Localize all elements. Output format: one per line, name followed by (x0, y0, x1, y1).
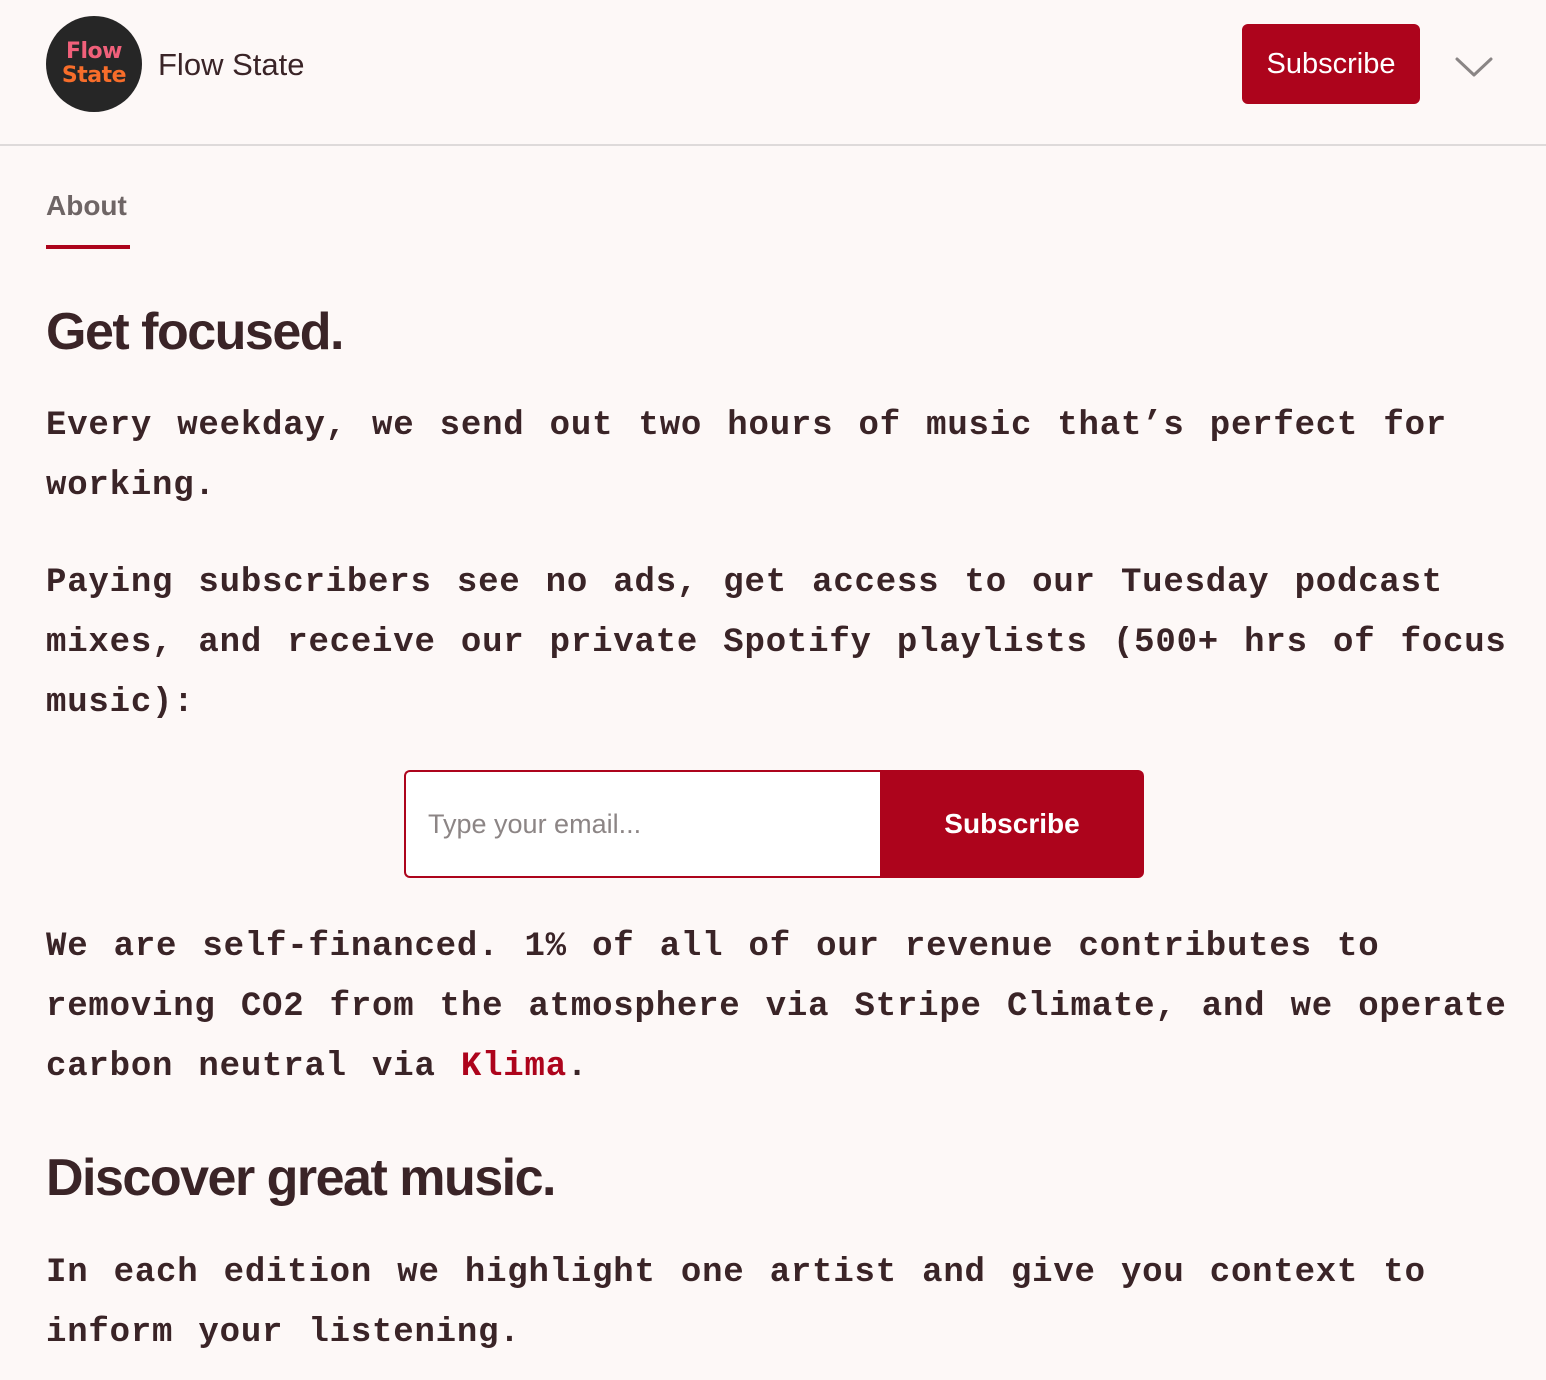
site-header: Flow State Flow State Subscribe (0, 0, 1546, 146)
form-subscribe-button[interactable]: Subscribe (880, 770, 1144, 878)
chevron-down-icon[interactable] (1452, 50, 1496, 82)
paragraph-each-edition: In each edition we highlight one artist … (46, 1254, 1426, 1352)
email-input[interactable] (404, 770, 880, 878)
heading-discover-music: Discover great music. (46, 1149, 556, 1207)
publication-name[interactable]: Flow State (158, 44, 304, 86)
subscribe-form: Subscribe (404, 770, 1144, 878)
paragraph-paying-subscribers: Paying subscribers see no ads, get acces… (46, 564, 1507, 722)
tab-about[interactable]: About (46, 186, 127, 226)
klima-link[interactable]: Klima (461, 1048, 567, 1086)
paragraph-self-financed: We are self-financed. 1% of all of our r… (46, 917, 1526, 1097)
logo-line-1: Flow (65, 39, 123, 64)
heading-get-focused: Get focused. (46, 303, 344, 361)
logo-line-2: State (61, 63, 127, 88)
flow-state-logo[interactable]: Flow State (46, 16, 142, 112)
self-financed-text: We are self-financed. 1% of all of our r… (46, 928, 1507, 1086)
header-subscribe-button[interactable]: Subscribe (1242, 24, 1420, 104)
self-financed-end: . (566, 1048, 589, 1086)
active-tab-indicator (46, 245, 130, 249)
paragraph-weekday: Every weekday, we send out two hours of … (46, 407, 1448, 505)
